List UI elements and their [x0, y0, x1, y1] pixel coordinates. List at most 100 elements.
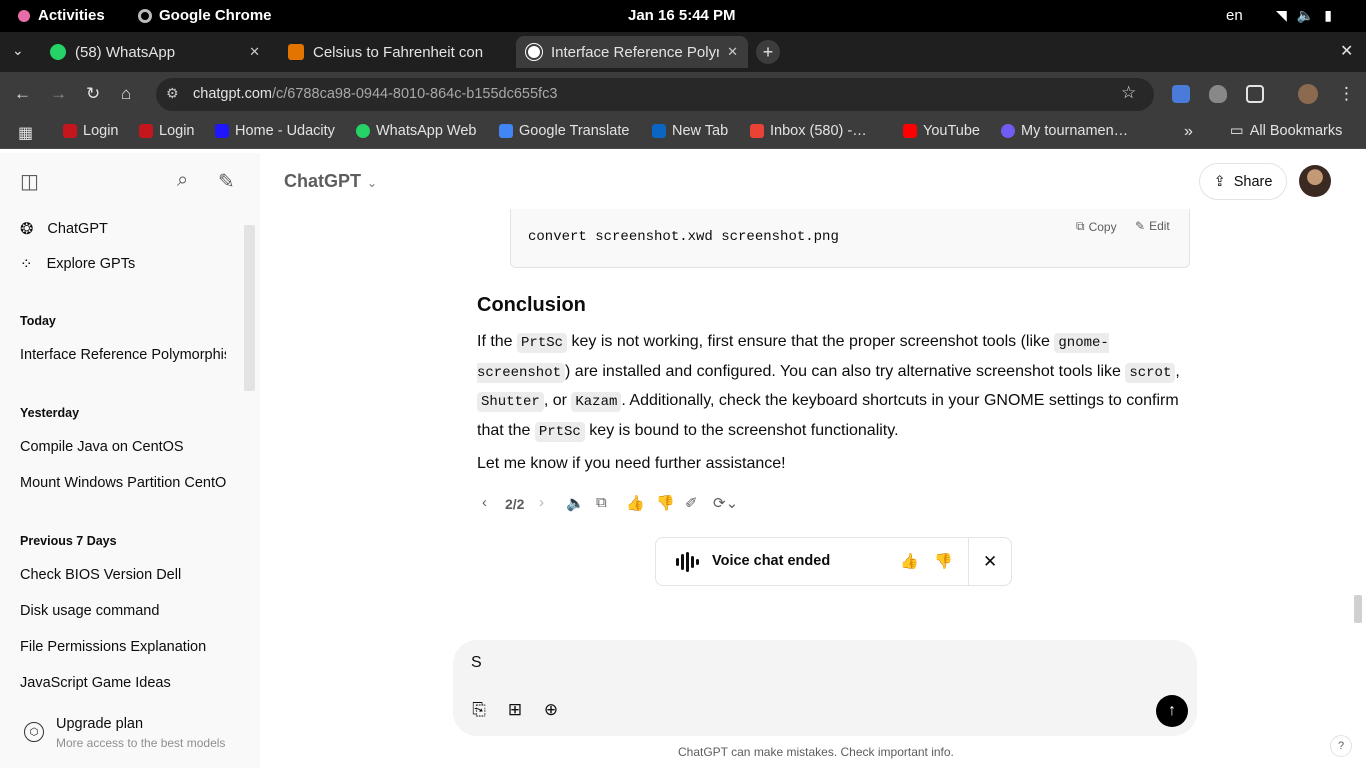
- chrome-icon: [138, 8, 152, 23]
- bookmark-item[interactable]: Home - Udacity: [215, 123, 335, 139]
- copy-icon: ⧉: [1076, 219, 1085, 233]
- read-aloud-icon[interactable]: 🔈: [566, 494, 585, 512]
- battery-icon: ▮: [1324, 7, 1332, 23]
- edit-code-button[interactable]: ✎ Edit: [1135, 219, 1170, 233]
- bookmark-item[interactable]: My tournamen…: [1001, 123, 1128, 139]
- new-chat-icon[interactable]: ✎: [218, 169, 235, 194]
- disclaimer: ChatGPT can make mistakes. Check importa…: [678, 745, 954, 759]
- sidebar-item-chatgpt[interactable]: ❂ ChatGPT: [20, 219, 108, 239]
- inline-code: gnome-screenshot: [477, 333, 1109, 383]
- copy-code-button[interactable]: ⧉ Copy: [1076, 219, 1117, 234]
- bookmark-item[interactable]: Google Translate: [499, 123, 629, 139]
- profile-avatar[interactable]: [1298, 84, 1318, 104]
- chat-history-item[interactable]: JavaScript Game Ideas: [20, 675, 226, 691]
- reload-icon[interactable]: ↻: [86, 84, 100, 104]
- bookmark-item[interactable]: Inbox (580) -…: [750, 123, 867, 139]
- bookmark-favicon: [499, 124, 513, 138]
- chat-history-item[interactable]: Check BIOS Version Dell: [20, 567, 226, 583]
- user-avatar[interactable]: [1299, 165, 1331, 197]
- chat-history-item[interactable]: Disk usage command: [20, 603, 226, 619]
- tab-whatsapp[interactable]: (58) WhatsApp ✕: [40, 36, 270, 68]
- send-button[interactable]: ↑: [1156, 695, 1188, 727]
- keyboard-layout[interactable]: en: [1226, 7, 1243, 24]
- all-bookmarks-folder[interactable]: ▭ All Bookmarks: [1230, 123, 1342, 139]
- new-tab-button[interactable]: +: [756, 40, 780, 64]
- sidebar-scrollbar[interactable]: [244, 225, 255, 391]
- section-heading-yesterday: Yesterday: [20, 406, 80, 420]
- divider: [968, 538, 969, 585]
- close-icon[interactable]: ✕: [983, 552, 997, 572]
- thumbs-up-icon[interactable]: 👍: [626, 494, 645, 512]
- bookmark-favicon: [652, 124, 666, 138]
- activities-button[interactable]: Activities: [18, 7, 105, 24]
- back-icon[interactable]: ←: [14, 84, 31, 104]
- home-icon[interactable]: ⌂: [121, 84, 131, 104]
- toggle-sidebar-icon[interactable]: ◫: [20, 169, 39, 194]
- address-bar[interactable]: ⚙ chatgpt.com/c/6788ca98-0944-8010-864c-…: [156, 78, 1154, 111]
- help-button[interactable]: ?: [1330, 735, 1352, 757]
- close-tab-icon[interactable]: ✕: [249, 44, 260, 60]
- conclusion-paragraph: If the PrtSc key is not working, first e…: [477, 333, 1180, 442]
- inline-code: PrtSc: [534, 421, 585, 442]
- main-scrollbar[interactable]: [1354, 595, 1362, 623]
- activities-icon: [18, 9, 30, 22]
- inline-code: PrtSc: [517, 333, 568, 353]
- url-host: chatgpt.com: [193, 86, 272, 102]
- response-pager: 2/2: [505, 496, 525, 512]
- voice-chat-status: Voice chat ended: [712, 553, 831, 569]
- regenerate-icon[interactable]: ⟳⌄: [713, 494, 738, 512]
- bookmark-item[interactable]: Login: [63, 123, 118, 139]
- extensions-puzzle-icon[interactable]: [1246, 85, 1264, 103]
- attach-icon[interactable]: ⎘: [468, 699, 490, 721]
- chat-history-item[interactable]: Compile Java on CentOS: [20, 439, 226, 455]
- closing-paragraph: Let me know if you need further assistan…: [477, 455, 786, 472]
- model-selector[interactable]: ChatGPT ⌄: [284, 171, 377, 192]
- bookmark-item[interactable]: WhatsApp Web: [356, 123, 476, 139]
- thumbs-up-icon[interactable]: 👍: [900, 552, 919, 570]
- copy-icon[interactable]: ⧉: [596, 494, 607, 511]
- canvas-tools-icon[interactable]: ⊞: [504, 699, 526, 721]
- next-response-icon[interactable]: ›: [539, 494, 544, 511]
- more-bookmarks-chevron-icon[interactable]: »: [1184, 123, 1193, 141]
- apps-grid-icon[interactable]: ▦: [18, 123, 33, 143]
- chat-history-item[interactable]: File Permissions Explanation: [20, 639, 226, 655]
- bookmark-favicon: [903, 124, 917, 138]
- chatgpt-icon: [526, 44, 542, 60]
- bookmark-item[interactable]: YouTube: [903, 123, 980, 139]
- tab-chatgpt[interactable]: Interface Reference Polyn ✕: [516, 36, 748, 68]
- thumbs-down-icon[interactable]: 👎: [934, 552, 953, 570]
- tab-search-chevron-icon[interactable]: ⌄: [12, 42, 24, 59]
- chat-history-item[interactable]: Mount Windows Partition CentOS: [20, 475, 226, 491]
- bookmark-favicon: [63, 124, 77, 138]
- web-search-globe-icon[interactable]: ⊕: [540, 699, 562, 721]
- tab-celsius[interactable]: Celsius to Fahrenheit con: [278, 36, 512, 68]
- bookmark-favicon: [215, 124, 229, 138]
- forward-icon[interactable]: →: [50, 84, 67, 104]
- share-button[interactable]: ⇪ Share: [1199, 163, 1287, 200]
- voice-waveform-icon: [676, 552, 699, 572]
- conclusion-heading: Conclusion: [477, 294, 586, 316]
- sidebar-item-explore-gpts[interactable]: ⁘ Explore GPTs: [20, 255, 135, 273]
- bookmark-star-icon[interactable]: ☆: [1121, 83, 1136, 103]
- system-top-bar: Activities Google Chrome Jan 16 5:44 PM …: [0, 0, 1366, 32]
- app-menu[interactable]: Google Chrome: [138, 7, 272, 24]
- close-window-icon[interactable]: ✕: [1340, 41, 1353, 61]
- close-tab-icon[interactable]: ✕: [727, 44, 738, 60]
- message-input[interactable]: [471, 654, 1151, 672]
- translate-extension-icon[interactable]: [1172, 85, 1190, 103]
- thumbs-down-icon[interactable]: 👎: [656, 494, 675, 512]
- bookmark-item[interactable]: New Tab: [652, 123, 728, 139]
- bookmark-item[interactable]: Login: [139, 123, 194, 139]
- chatgpt-icon: ❂: [20, 221, 34, 238]
- kebab-menu-icon[interactable]: ⋮: [1338, 84, 1355, 104]
- system-tray[interactable]: ◥ 🔈 ▮: [1276, 7, 1332, 24]
- previous-response-icon[interactable]: ‹: [482, 494, 487, 511]
- site-info-icon[interactable]: ⚙: [166, 85, 179, 102]
- shield-extension-icon[interactable]: [1209, 85, 1227, 103]
- bookmark-favicon: [750, 124, 764, 138]
- chat-history-item[interactable]: Interface Reference Polymorphism: [20, 347, 226, 363]
- search-icon[interactable]: ⌕: [177, 169, 188, 192]
- edit-in-canvas-icon[interactable]: ✐: [685, 494, 698, 512]
- clock[interactable]: Jan 16 5:44 PM: [628, 7, 736, 24]
- main-header: ChatGPT ⌄ ⇪ Share: [260, 153, 1366, 209]
